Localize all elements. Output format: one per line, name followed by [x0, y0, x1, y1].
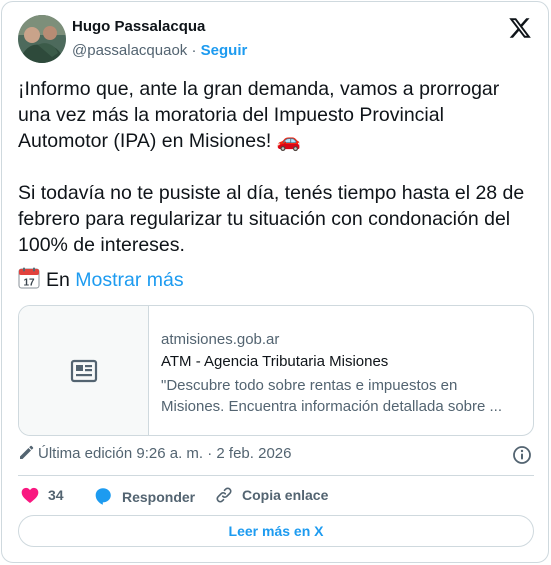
- author-handle[interactable]: @passalacquaok: [72, 42, 187, 59]
- article-icon: [70, 359, 98, 383]
- link-icon: [216, 487, 232, 503]
- meta-separator: ·: [187, 42, 201, 59]
- tweet-paragraph-1: ¡Informo que, ante la gran demanda, vamo…: [18, 78, 500, 152]
- follow-button[interactable]: Seguir: [201, 42, 248, 59]
- tweet-embed-card: Hugo Passalacqua @passalacquaok · Seguir…: [1, 1, 549, 563]
- edit-timestamp: Última edición 9:26 a. m. · 2 feb. 2026: [38, 445, 292, 462]
- tweet-paragraph-2: Si todavía no te pusiste al día, tenés t…: [18, 182, 525, 256]
- pencil-icon: [20, 445, 34, 459]
- tweet-text: ¡Informo que, ante la gran demanda, vamo…: [18, 76, 534, 258]
- like-button[interactable]: 34: [20, 485, 64, 505]
- reply-button[interactable]: Responder: [92, 485, 195, 507]
- read-more-button[interactable]: Leer más en X: [18, 515, 534, 547]
- divider: [18, 475, 534, 476]
- reply-icon: [95, 488, 111, 505]
- like-count: 34: [48, 487, 64, 503]
- x-logo-icon[interactable]: [508, 16, 532, 40]
- author-name[interactable]: Hugo Passalacqua: [72, 18, 205, 35]
- show-more-link[interactable]: Mostrar más: [75, 269, 183, 291]
- truncated-line: 17 En Mostrar más: [18, 267, 184, 293]
- heart-icon: [21, 487, 39, 503]
- avatar[interactable]: [18, 15, 66, 63]
- link-title: ATM - Agencia Tributaria Misiones: [161, 353, 389, 370]
- copy-link-label: Copia enlace: [242, 487, 329, 503]
- action-bar: 34 Responder Copia enlace: [18, 485, 534, 507]
- copy-link-button[interactable]: Copia enlace: [214, 485, 328, 505]
- link-domain: atmisiones.gob.ar: [161, 331, 280, 348]
- link-preview-card[interactable]: atmisiones.gob.ar ATM - Agencia Tributar…: [18, 305, 534, 436]
- link-thumbnail: [19, 306, 149, 435]
- svg-text:17: 17: [23, 278, 35, 289]
- author-meta: @passalacquaok · Seguir: [72, 42, 247, 59]
- link-description: "Descubre todo sobre rentas e impuestos …: [161, 377, 503, 415]
- edit-timestamp-row[interactable]: Última edición 9:26 a. m. · 2 feb. 2026: [18, 445, 291, 462]
- reply-label: Responder: [122, 489, 196, 505]
- info-icon[interactable]: [512, 445, 532, 465]
- truncated-text: En: [46, 269, 70, 291]
- calendar-icon: 17: [18, 267, 40, 289]
